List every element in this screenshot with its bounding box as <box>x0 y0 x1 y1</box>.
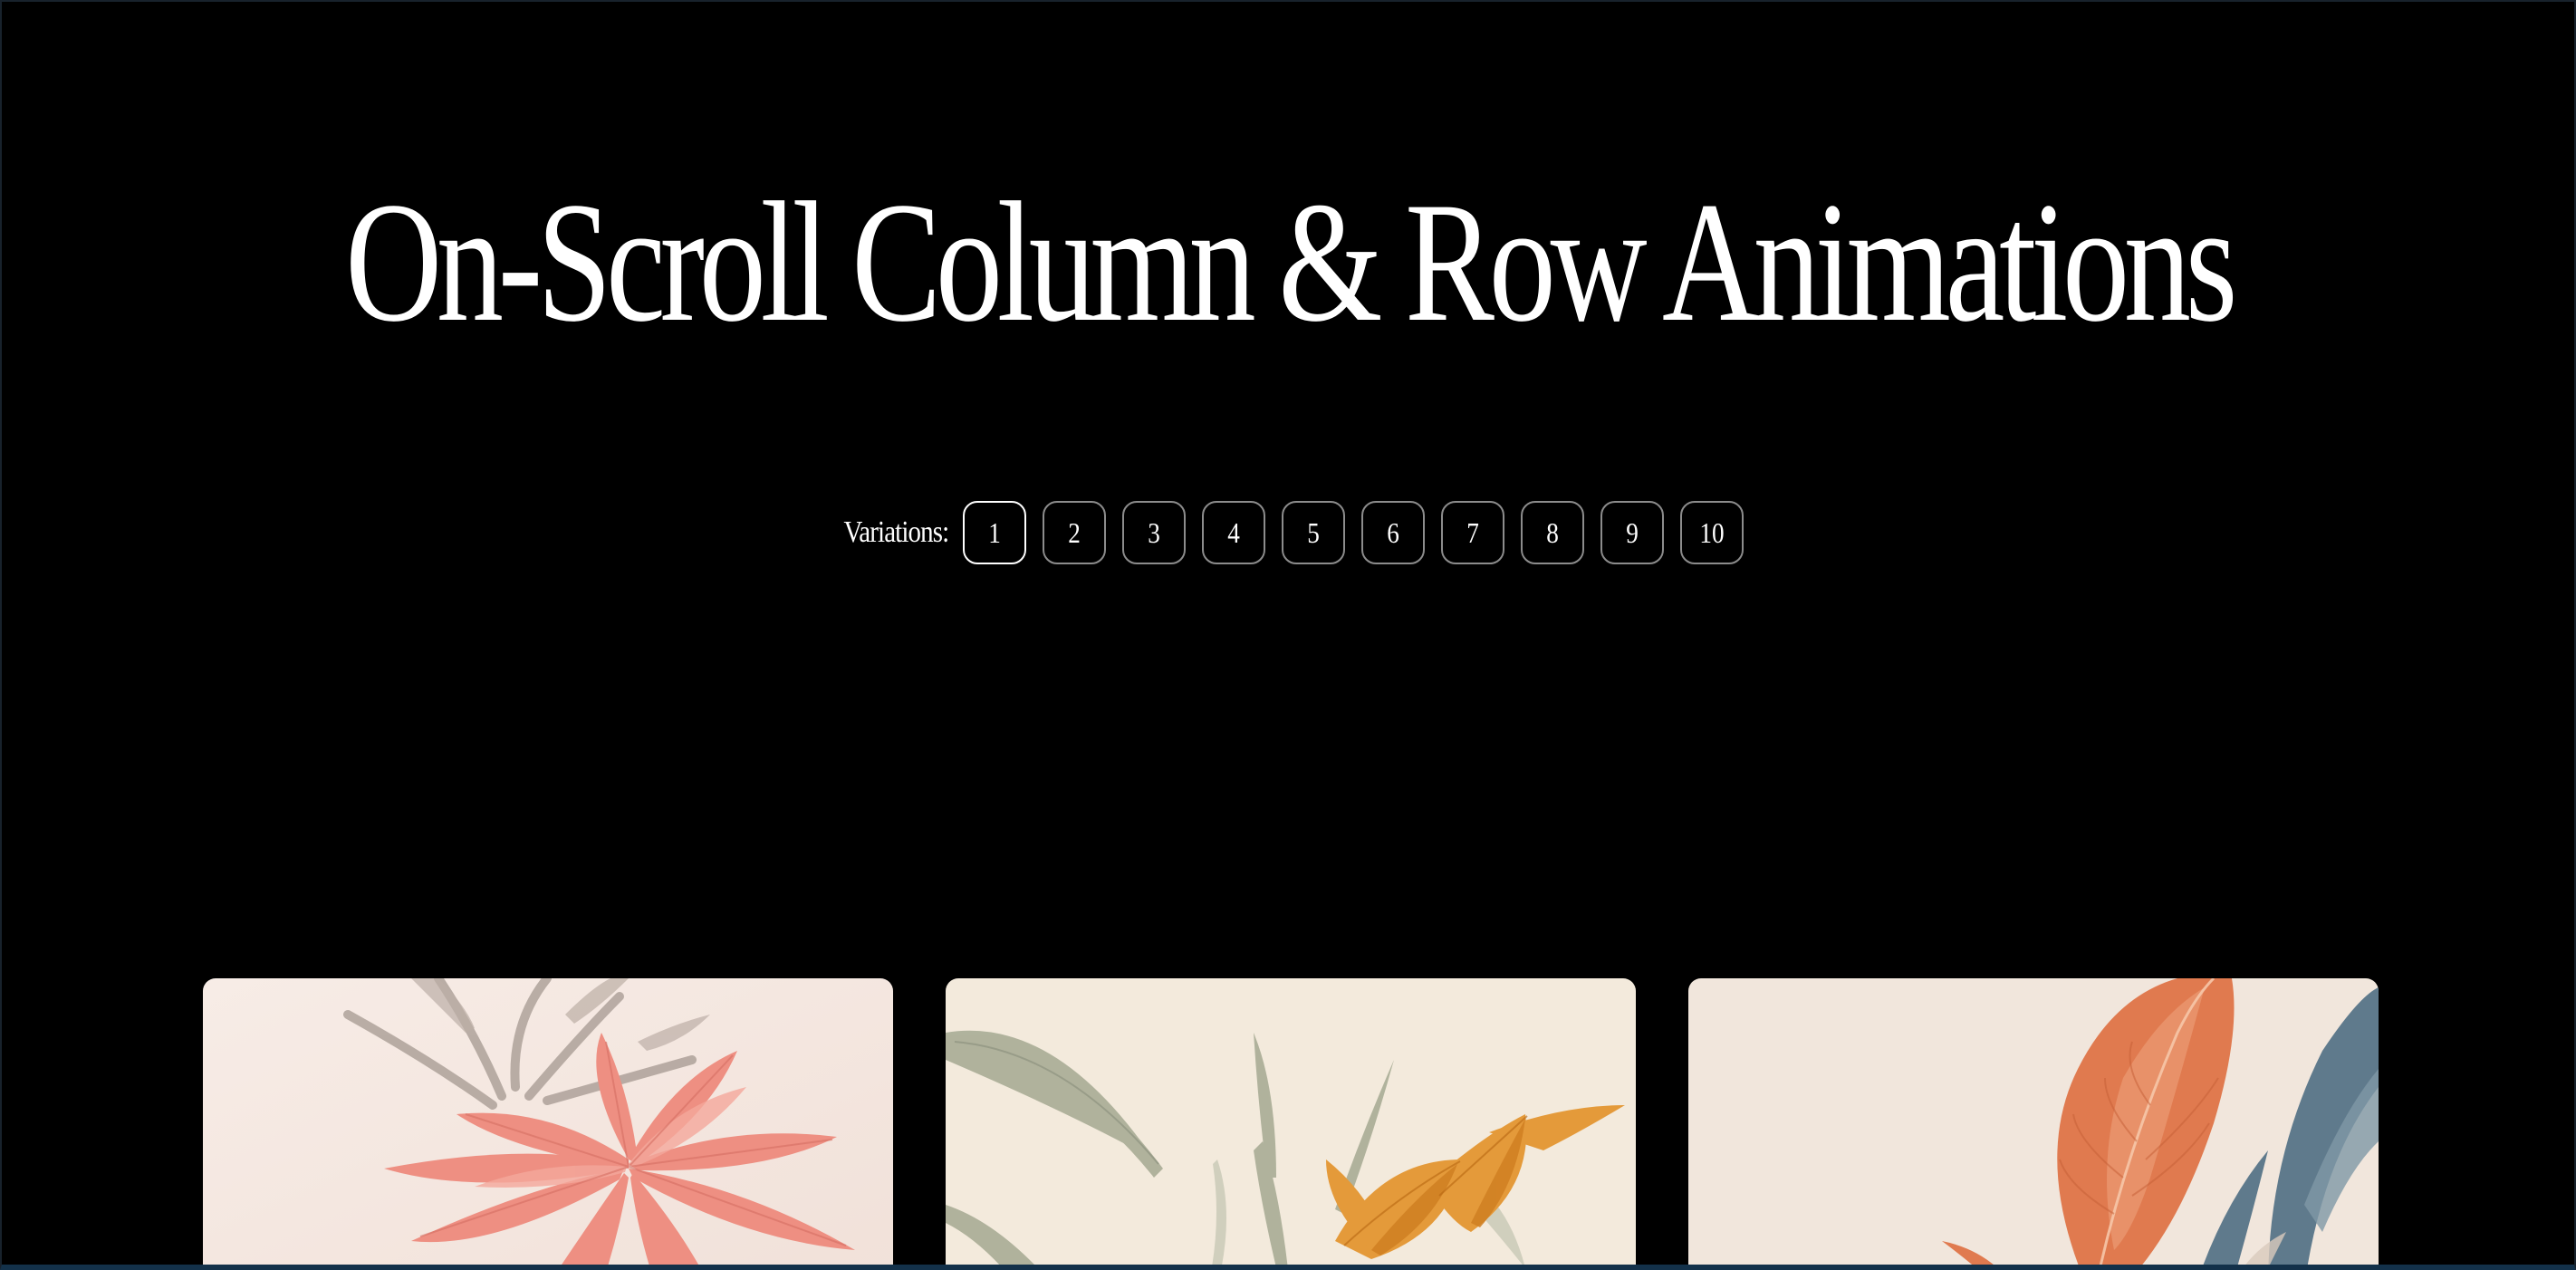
variation-button-6[interactable]: 6 <box>1361 501 1426 564</box>
variation-button-8[interactable]: 8 <box>1521 501 1585 564</box>
pink-palm-leaves-image <box>203 978 893 1270</box>
gallery-card-1 <box>203 978 893 1270</box>
variation-button-5[interactable]: 5 <box>1282 501 1346 564</box>
orange-and-blue-leaves-image <box>1688 978 2379 1270</box>
gallery-card-2 <box>946 978 1636 1270</box>
variation-button-10[interactable]: 10 <box>1680 501 1745 564</box>
variation-button-2[interactable]: 2 <box>1043 501 1107 564</box>
page-title: On-Scroll Column & Row Animations <box>345 168 2237 358</box>
variations-list: 1 2 3 4 5 6 7 8 9 10 <box>963 501 1745 564</box>
variation-button-7[interactable]: 7 <box>1441 501 1505 564</box>
gallery-card-3 <box>1688 978 2379 1270</box>
sage-and-orange-leaves-image <box>946 978 1636 1270</box>
variations-label: Variations: <box>843 515 949 549</box>
variation-button-4[interactable]: 4 <box>1202 501 1266 564</box>
variations-nav: Variations: 1 2 3 4 5 6 7 8 9 10 <box>0 500 2576 565</box>
image-gallery <box>203 978 2379 1270</box>
variation-button-9[interactable]: 9 <box>1600 501 1665 564</box>
variations-bar: Variations: 1 2 3 4 5 6 7 8 9 10 <box>825 501 1745 564</box>
variation-button-3[interactable]: 3 <box>1122 501 1187 564</box>
variation-button-1[interactable]: 1 <box>963 501 1027 564</box>
